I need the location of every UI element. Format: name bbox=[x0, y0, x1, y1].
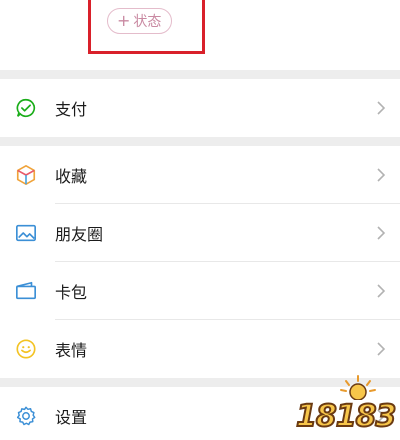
status-label: 状态 bbox=[133, 14, 162, 30]
chevron-right-icon bbox=[377, 342, 386, 356]
chevron-right-icon bbox=[377, 226, 386, 240]
menu-label-favorites: 收藏 bbox=[55, 167, 88, 186]
section-gap bbox=[0, 70, 400, 79]
menu-item-pay[interactable]: 支付 bbox=[0, 79, 400, 137]
add-status-button[interactable]: + 状态 bbox=[107, 8, 173, 34]
chevron-right-icon bbox=[377, 168, 386, 182]
site-watermark-logo: 18183 bbox=[295, 374, 397, 435]
menu-item-stickers[interactable]: 表情 bbox=[0, 320, 400, 378]
menu-label-settings: 设置 bbox=[55, 408, 88, 427]
menu-label-stickers: 表情 bbox=[55, 341, 88, 360]
menu-item-cards[interactable]: 卡包 bbox=[0, 262, 400, 320]
wallet-check-icon bbox=[14, 96, 38, 120]
cube-icon bbox=[14, 163, 38, 187]
section-gap bbox=[0, 137, 400, 146]
plus-icon: + bbox=[117, 11, 131, 30]
watermark-text: 18183 bbox=[295, 398, 397, 435]
chevron-right-icon bbox=[377, 101, 386, 115]
menu-label-cards: 卡包 bbox=[55, 283, 88, 302]
profile-top: + 状态 bbox=[0, 0, 400, 70]
sun-icon bbox=[340, 375, 376, 400]
picture-icon bbox=[14, 221, 38, 245]
gear-icon bbox=[14, 404, 38, 428]
smiley-icon bbox=[14, 337, 38, 361]
menu-item-favorites[interactable]: 收藏 bbox=[0, 146, 400, 204]
menu-label-pay: 支付 bbox=[55, 100, 88, 119]
menu-label-moments: 朋友圈 bbox=[55, 225, 104, 244]
menu-item-moments[interactable]: 朋友圈 bbox=[0, 204, 400, 262]
card-wallet-icon bbox=[14, 279, 38, 303]
chevron-right-icon bbox=[377, 284, 386, 298]
